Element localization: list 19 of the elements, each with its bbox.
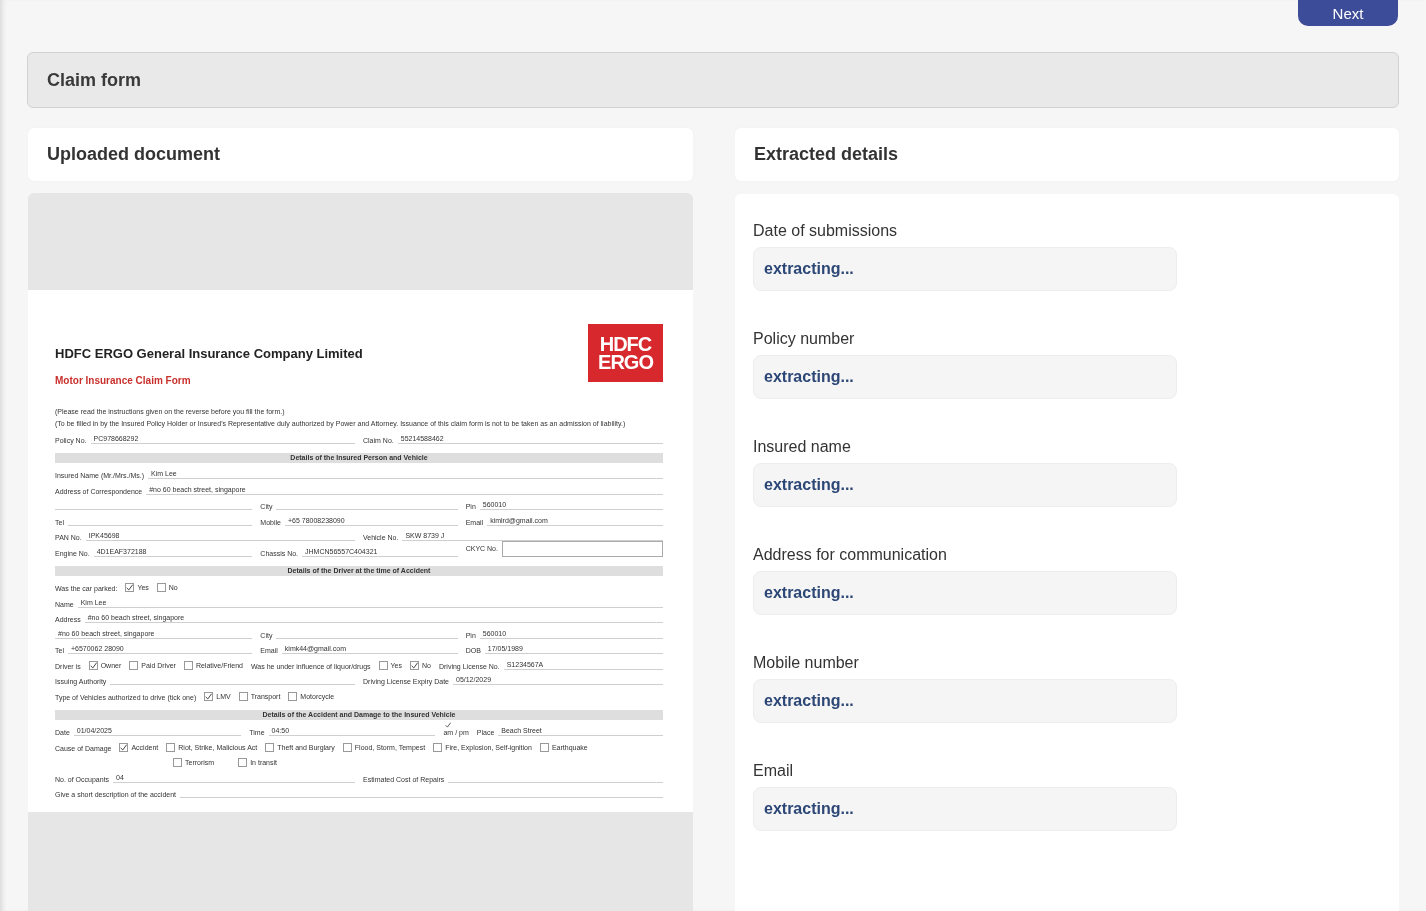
field-label: Insured name — [753, 438, 851, 456]
panel-header: Extracted details — [735, 128, 1399, 181]
company-logo: HDFC ERGO — [588, 324, 663, 382]
input-field[interactable]: extracting... — [753, 247, 1177, 291]
field-label: Policy number — [753, 330, 855, 348]
form-title: Motor Insurance Claim Form — [55, 375, 191, 386]
input-field[interactable]: extracting... — [753, 463, 1177, 507]
field-label: Email — [753, 762, 793, 780]
field-label: Address for communication — [753, 546, 947, 564]
panel-header: Uploaded document — [28, 128, 693, 181]
section-title-bar: Claim form — [27, 52, 1399, 108]
input-field[interactable]: extracting... — [753, 679, 1177, 723]
company-name: HDFC ERGO General Insurance Company Limited — [55, 346, 363, 361]
field-label: Mobile number — [753, 654, 859, 672]
field-label: Date of submissions — [753, 222, 898, 240]
next-button[interactable]: Next — [1298, 0, 1398, 26]
input-field[interactable]: extracting... — [753, 355, 1177, 399]
input-field[interactable]: extracting... — [753, 571, 1177, 615]
input-field[interactable]: extracting... — [753, 787, 1177, 831]
